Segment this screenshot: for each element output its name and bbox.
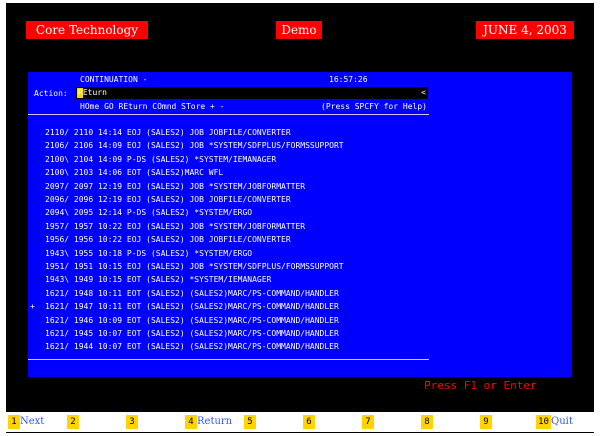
- function-key-bar: 1 Next 2 3 4 Return 5 6 7 8 9 10 Quit: [6, 412, 594, 432]
- fkey-number: 2: [67, 415, 79, 429]
- fkey-label: Quit: [551, 416, 573, 427]
- row-text: 1621/ 1948 10:11 EOT (SALES2) (SALES2)MA…: [45, 288, 339, 298]
- row-text: 1943\ 1949 10:15 EOT (SALES2) *SYSTEM/IE…: [45, 275, 272, 285]
- fkey-8-button[interactable]: 8: [421, 412, 473, 432]
- row-text: 2097/ 2097 12:19 EOJ (SALES2) JOB *SYSTE…: [45, 181, 306, 191]
- row-text: 1621/ 1947 10:11 EOT (SALES2) (SALES2)MA…: [45, 302, 339, 312]
- fkey-label: Next: [20, 416, 45, 427]
- row-text: 1957/ 1957 10:22 EOJ (SALES2) JOB *SYSTE…: [45, 221, 306, 231]
- row-text: 2094\ 2095 12:14 P-DS (SALES2) *SYSTEM/E…: [45, 208, 253, 218]
- action-label: Action:: [34, 89, 68, 98]
- date-badge: JUNE 4, 2003: [476, 21, 574, 39]
- screen-time: 16:57:26: [329, 75, 368, 84]
- frame-top: [0, 0, 600, 3]
- fkey-number: 9: [480, 415, 492, 429]
- row-text: 1951/ 1951 10:15 EOJ (SALES2) JOB *SYSTE…: [45, 262, 344, 271]
- fkey-2-button[interactable]: 2: [67, 412, 119, 432]
- divider-bottom: [28, 359, 429, 360]
- terminal-screen: CONTINUATION - 16:57:26 Action: REturn <…: [28, 72, 572, 377]
- row-text: 2100\ 2104 14:09 P-DS (SALES2) *SYSTEM/I…: [45, 154, 277, 164]
- company-badge: Core Technology: [26, 21, 148, 39]
- action-input[interactable]: REturn <: [76, 87, 428, 99]
- row-text: 1621/ 1946 10:09 EOT (SALES2) (SALES2)MA…: [45, 315, 339, 325]
- frame-right: [594, 0, 600, 436]
- row-text: 2096/ 2096 12:19 EOJ (SALES2) JOB JOBFIL…: [45, 195, 291, 204]
- mode-badge: Demo: [276, 21, 322, 39]
- fkey-number: 4: [185, 415, 197, 429]
- row-text: 1943\ 1955 10:18 P-DS (SALES2) *SYSTEM/E…: [45, 248, 253, 258]
- fkey-number: 8: [421, 415, 433, 429]
- action-field-end-marker: <: [421, 88, 426, 97]
- fkey-number: 1: [8, 415, 20, 429]
- fkey-number: 5: [244, 415, 256, 429]
- divider-top: [28, 114, 429, 115]
- fkey-number: 7: [362, 415, 374, 429]
- press-key-prompt: Press F1 or Enter: [424, 379, 537, 392]
- fkey-1-button[interactable]: 1 Next: [8, 412, 60, 432]
- command-list: HOme GO REturn COmnd STore + -: [80, 102, 225, 111]
- help-hint: (Press SPCFY for Help): [321, 102, 427, 111]
- screen-title: CONTINUATION -: [80, 75, 148, 84]
- row-text: 1621/ 1944 10:07 EOT (SALES2) (SALES2)MA…: [45, 342, 339, 352]
- row-text: 2106/ 2106 14:09 EOJ (SALES2) JOB *SYSTE…: [45, 141, 344, 151]
- action-value: REturn: [78, 88, 107, 97]
- row-text: 1956/ 1956 10:22 EOJ (SALES2) JOB JOBFIL…: [45, 235, 291, 245]
- fkey-10-button[interactable]: 10 Quit: [536, 412, 588, 432]
- fkey-4-button[interactable]: 4 Return: [185, 412, 237, 432]
- fkey-9-button[interactable]: 9: [480, 412, 532, 432]
- row-marker: +: [30, 302, 35, 312]
- fkey-5-button[interactable]: 5: [244, 412, 296, 432]
- row-text: 2110/ 2110 14:14 EOJ (SALES2) JOB JOBFIL…: [45, 128, 291, 137]
- fkey-number: 6: [303, 415, 315, 429]
- fkey-7-button[interactable]: 7: [362, 412, 414, 432]
- row-text: 1621/ 1945 10:07 EOT (SALES2) (SALES2)MA…: [45, 329, 339, 338]
- fkey-number: 10: [536, 415, 551, 429]
- row-text: 2100\ 2103 14:06 EOT (SALES2)MARC WFL: [45, 168, 224, 178]
- frame-left: [0, 0, 6, 436]
- fkey-6-button[interactable]: 6: [303, 412, 355, 432]
- fkey-label: Return: [197, 416, 233, 427]
- fkey-3-button[interactable]: 3: [126, 412, 178, 432]
- fkey-number: 3: [126, 415, 138, 429]
